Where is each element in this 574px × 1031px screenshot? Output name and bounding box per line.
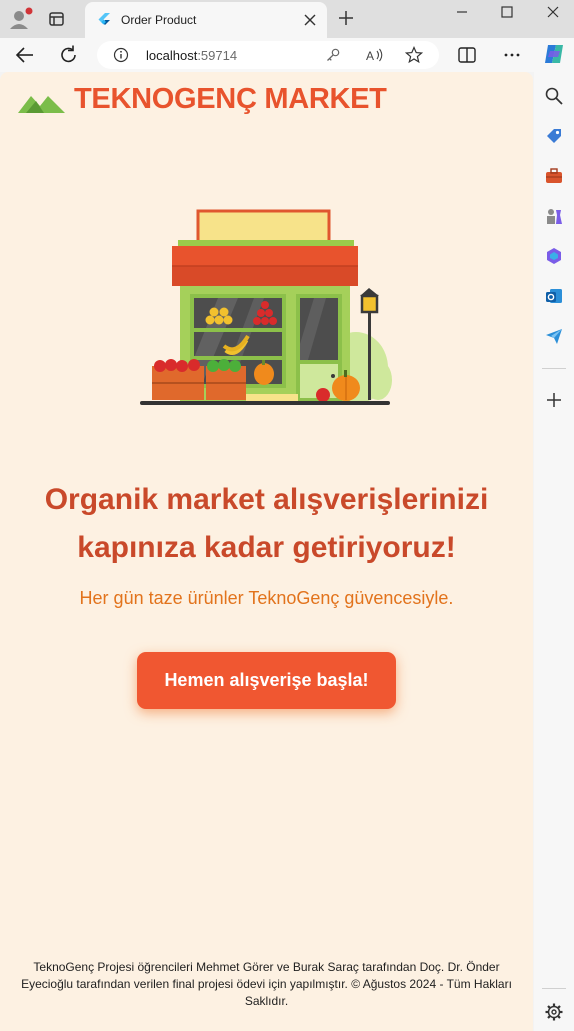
new-tab-icon[interactable] xyxy=(336,8,356,28)
key-icon[interactable] xyxy=(325,47,341,63)
close-window-icon[interactable] xyxy=(539,4,567,24)
tab-order-product[interactable]: Order Product xyxy=(85,2,327,38)
settings-icon[interactable] xyxy=(544,1002,564,1022)
site-info-icon[interactable] xyxy=(113,47,129,63)
url-text: localhost:59714 xyxy=(146,48,237,63)
tag-icon[interactable] xyxy=(544,126,564,146)
svg-text:A: A xyxy=(366,49,374,63)
brand-name: TEKNOGENÇ MARKET xyxy=(74,83,387,115)
sidebar-divider-bottom xyxy=(542,988,566,989)
toolbox-icon[interactable] xyxy=(544,166,564,186)
favorite-star-icon[interactable] xyxy=(405,46,423,64)
copilot-icon[interactable] xyxy=(542,42,566,66)
web-page: TEKNOGENÇ MARKET Organik market alışveri… xyxy=(0,72,533,1031)
url-field[interactable]: localhost:59714 A xyxy=(97,41,439,69)
minimize-icon[interactable] xyxy=(448,4,476,24)
split-screen-icon[interactable] xyxy=(455,43,479,67)
read-aloud-icon[interactable]: A xyxy=(365,46,385,64)
refresh-icon[interactable] xyxy=(57,43,81,67)
headline-line-1: Organik market alışverişlerinizi xyxy=(44,483,489,516)
sidebar-divider xyxy=(542,368,566,369)
browser-tab-bar: Order Product xyxy=(0,0,574,38)
browser-sidebar xyxy=(534,72,574,1031)
flutter-favicon-icon xyxy=(98,13,110,25)
browser-address-bar: localhost:59714 A xyxy=(0,38,574,72)
page-footer: TeknoGenç Projesi öğrencileri Mehmet Gör… xyxy=(4,959,529,1010)
search-icon[interactable] xyxy=(544,86,564,106)
profile-avatar-icon[interactable] xyxy=(8,7,34,31)
hero-subline: Her gün taze ürünler TeknoGenç güvencesi… xyxy=(79,588,454,608)
send-icon[interactable] xyxy=(544,326,564,346)
chess-icon[interactable] xyxy=(544,206,564,226)
tab-actions-icon[interactable] xyxy=(48,10,66,28)
close-tab-icon[interactable] xyxy=(299,9,321,31)
add-icon[interactable] xyxy=(544,390,564,410)
url-port: :59714 xyxy=(197,48,238,63)
maximize-icon[interactable] xyxy=(493,4,521,24)
footer-line-2: Eyecioğlu tarafından verilen final proje… xyxy=(21,977,512,991)
headline-line-2: kapınıza kadar getiriyoruz! xyxy=(77,531,456,564)
hero-headline: Organik market alışverişlerinizi kapınız… xyxy=(10,476,523,572)
footer-line-1: TeknoGenç Projesi öğrencileri Mehmet Gör… xyxy=(33,960,500,974)
outlook-icon[interactable] xyxy=(544,286,564,306)
footer-line-3: Saklıdır. xyxy=(244,994,289,1008)
back-arrow-icon[interactable] xyxy=(13,43,37,67)
tab-title: Order Product xyxy=(121,13,197,27)
more-options-icon[interactable] xyxy=(500,43,524,67)
market-stall-illustration xyxy=(140,209,392,405)
mountain-logo-icon xyxy=(18,96,65,113)
url-host: localhost xyxy=(146,48,198,63)
start-shopping-button[interactable]: Hemen alışverişe başla! xyxy=(137,652,396,709)
microsoft365-icon[interactable] xyxy=(544,246,564,266)
